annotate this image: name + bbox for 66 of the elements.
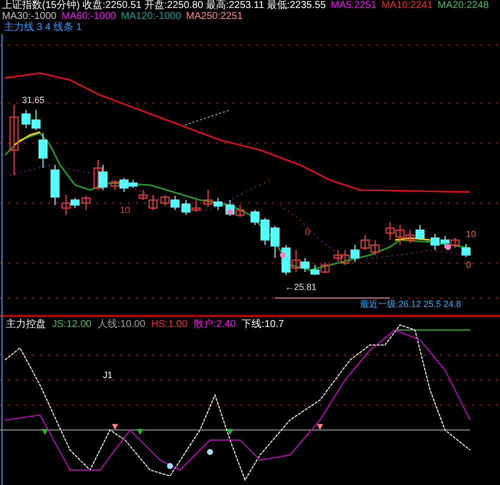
candlestick — [160, 194, 170, 206]
candlestick — [82, 196, 90, 210]
indicator-value: 散户:2.40 — [193, 319, 236, 330]
trend-line — [394, 237, 430, 241]
candlestick — [340, 250, 350, 266]
candlestick — [430, 234, 440, 250]
arrow-icon — [112, 424, 118, 430]
price-label: 31.65 — [22, 95, 45, 105]
candlestick — [94, 160, 102, 190]
candlestick — [320, 262, 330, 274]
signal-dot — [445, 244, 451, 250]
signal-dot — [227, 209, 233, 215]
candlestick — [22, 110, 30, 128]
candlestick — [450, 238, 460, 248]
candlestick — [360, 234, 370, 250]
candlestick — [50, 164, 60, 206]
price-label: 10 — [466, 229, 476, 239]
candlestick — [214, 198, 222, 210]
indicator-value: MA60:-1000 — [61, 11, 116, 22]
candlestick — [98, 164, 108, 190]
signal-dot — [207, 449, 213, 455]
candlestick — [204, 190, 212, 208]
candlestick — [32, 110, 40, 130]
candlestick — [370, 240, 380, 256]
indicator-value: MA20:2248 — [438, 0, 489, 11]
indicator-value: 人线:10.00 — [97, 319, 146, 330]
signal-dot — [167, 463, 173, 469]
candlestick — [440, 236, 450, 248]
candlestick — [10, 104, 18, 176]
arrow-icon — [317, 424, 323, 430]
price-label: ←25.81 — [285, 282, 317, 292]
candlestick — [282, 244, 290, 276]
indicator-value: MA10:2241 — [381, 0, 433, 11]
trend-line — [14, 131, 40, 146]
indicator-value: JS:12.00 — [52, 319, 92, 330]
range-value: 最近一级:26.12 25.5 24.8 — [360, 299, 462, 309]
indicator-value: HS:1.00 — [151, 319, 188, 330]
dashed-line — [184, 110, 230, 126]
candlestick — [192, 200, 200, 212]
candlestick — [310, 264, 320, 276]
arrow-icon — [42, 429, 48, 435]
candlestick — [416, 224, 424, 240]
price-label: 10 — [120, 205, 130, 215]
indicator-label: J1 — [103, 370, 113, 380]
candlestick — [462, 244, 470, 258]
indicator-title: 主力线 3 4 线条 1 — [4, 22, 82, 33]
candlestick — [270, 226, 280, 258]
signal-dot — [280, 252, 286, 258]
price-label: 0 — [305, 227, 310, 237]
indicator-value: MA5:2251 — [330, 0, 376, 11]
candlestick — [236, 204, 244, 218]
arrow-icon — [227, 429, 233, 435]
indicator-value: 下线:10.7 — [242, 319, 284, 330]
candlestick — [170, 196, 180, 210]
candlestick — [386, 222, 394, 240]
price-label: 0 — [466, 260, 472, 270]
indicator-value: MA120:-1000 — [120, 11, 182, 22]
candlestick — [38, 132, 48, 168]
candlestick — [334, 250, 342, 262]
indicator-value: 主力控盘 — [6, 319, 46, 330]
indicator-value: MA30:-1000 — [2, 11, 56, 22]
candlestick — [350, 244, 360, 262]
indicator-value: MA250:2251 — [186, 11, 243, 22]
arrow-icon — [137, 429, 143, 435]
candlestick — [182, 200, 190, 216]
candlestick — [110, 180, 120, 190]
